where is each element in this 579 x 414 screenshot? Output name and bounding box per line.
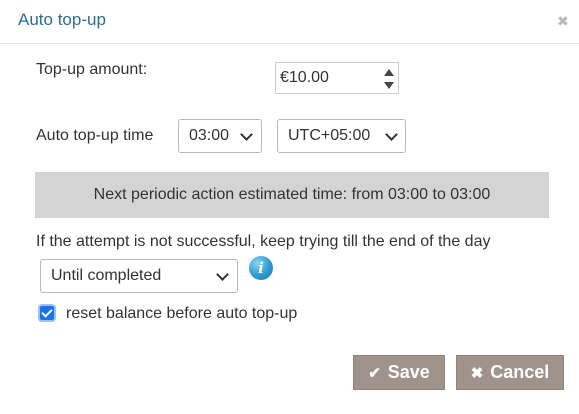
- x-icon: ✖: [470, 364, 484, 382]
- decrement-icon[interactable]: [383, 80, 395, 90]
- topup-amount-input[interactable]: €10.00: [275, 62, 399, 94]
- info-icon[interactable]: i: [249, 256, 273, 280]
- chevron-down-icon: [216, 268, 229, 281]
- timezone-select[interactable]: UTC+05:00: [277, 119, 406, 153]
- save-button[interactable]: ✔ Save: [353, 355, 445, 390]
- close-icon[interactable]: ✖: [557, 13, 569, 29]
- topup-time-label: Auto top-up time: [36, 127, 154, 144]
- hour-select-value: 03:00: [189, 127, 230, 144]
- reset-balance-checkbox[interactable]: [40, 306, 54, 320]
- topup-amount-value: €10.00: [280, 69, 329, 86]
- save-button-label: Save: [387, 362, 430, 382]
- reset-balance-label: reset balance before auto top-up: [66, 305, 298, 322]
- retry-label: If the attempt is not successful, keep t…: [36, 233, 491, 250]
- dialog-titlebar: Auto top-up ✖: [0, 0, 579, 44]
- hour-select[interactable]: 03:00: [178, 119, 262, 153]
- topup-amount-label: Top-up amount:: [36, 61, 148, 78]
- timezone-select-value: UTC+05:00: [288, 127, 371, 144]
- retry-select-value: Until completed: [51, 267, 162, 284]
- chevron-down-icon: [385, 128, 398, 141]
- cancel-button[interactable]: ✖ Cancel: [456, 355, 564, 390]
- check-icon: ✔: [368, 364, 381, 382]
- dialog-title: Auto top-up: [18, 10, 106, 29]
- next-action-banner: Next periodic action estimated time: fro…: [35, 172, 549, 218]
- chevron-down-icon: [240, 128, 253, 141]
- increment-icon[interactable]: [383, 67, 395, 77]
- retry-select[interactable]: Until completed: [40, 259, 238, 293]
- cancel-button-label: Cancel: [490, 362, 550, 382]
